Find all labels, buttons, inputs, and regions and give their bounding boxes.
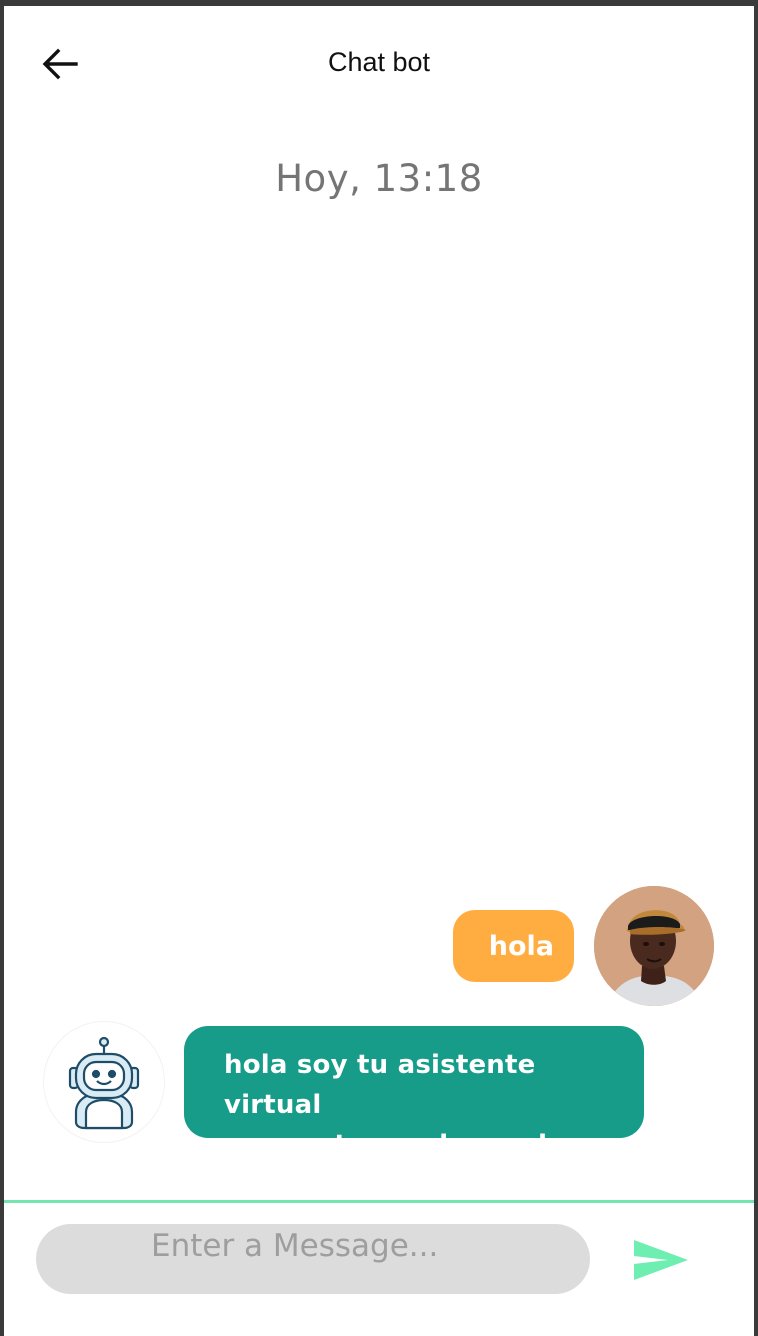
bot-avatar — [44, 1022, 164, 1142]
chat-timestamp: Hoy, 13:18 — [275, 157, 483, 200]
bot-message-bubble: hola soy tu asistente virtual en que te … — [184, 1026, 644, 1160]
send-button[interactable] — [629, 1232, 693, 1288]
composer-divider — [4, 1200, 754, 1203]
page-title: Chat bot — [327, 47, 431, 77]
message-input[interactable] — [36, 1224, 590, 1294]
user-message-bubble: hola — [453, 910, 574, 982]
user-message-text: hola — [488, 930, 554, 962]
bot-message-text: hola soy tu asistente virtual en que te … — [224, 1050, 578, 1160]
app-bar: Chat bot — [4, 6, 754, 118]
user-avatar — [594, 886, 714, 1006]
send-icon — [634, 1240, 688, 1280]
robot-icon — [68, 1036, 140, 1130]
user-photo-avatar — [594, 886, 714, 1006]
chat-screen: Chat bot Hoy, 13:18 hola hola soy tu asi… — [4, 6, 754, 1336]
